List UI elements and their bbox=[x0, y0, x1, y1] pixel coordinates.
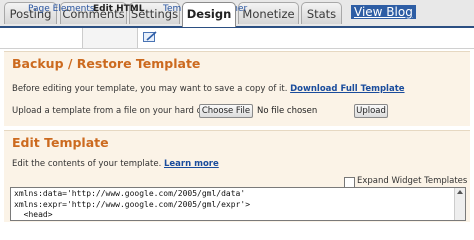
download-template-link[interactable]: Download Full Template bbox=[290, 84, 404, 94]
edit-desc-text: Edit the contents of your template. bbox=[12, 159, 162, 169]
tab-stats[interactable]: Stats bbox=[301, 2, 342, 24]
backup-text: Before editing your template, you may wa… bbox=[12, 84, 288, 94]
edit-description: Edit the contents of your template. Lear… bbox=[12, 159, 219, 169]
subnav-page-elements[interactable]: Page Elements bbox=[28, 4, 95, 14]
scroll-up-icon[interactable] bbox=[457, 190, 463, 194]
choose-file-button[interactable]: Choose File bbox=[199, 104, 253, 118]
backup-restore-panel: Backup / Restore Template Before editing… bbox=[4, 51, 470, 126]
code-line: <head> bbox=[14, 210, 53, 219]
no-file-chosen-text: No file chosen bbox=[257, 106, 318, 116]
view-blog-link[interactable]: View Blog bbox=[351, 5, 416, 19]
backup-restore-title: Backup / Restore Template bbox=[12, 56, 201, 71]
code-line: xmlns:data='http://www.google.com/2005/g… bbox=[14, 189, 246, 198]
upload-button[interactable]: Upload bbox=[354, 104, 388, 118]
edit-template-title: Edit Template bbox=[12, 135, 109, 150]
learn-more-link[interactable]: Learn more bbox=[164, 159, 219, 169]
editor-scrollbar[interactable] bbox=[454, 188, 465, 220]
template-designer-icon bbox=[143, 31, 157, 42]
backup-description: Before editing your template, you may wa… bbox=[12, 84, 405, 94]
expand-widget-templates-label: Expand Widget Templates bbox=[357, 176, 468, 186]
code-line: xmlns:expr='http://www.google.com/2005/g… bbox=[14, 199, 251, 209]
subnav-active-highlight bbox=[82, 28, 138, 48]
template-code-editor[interactable]: xmlns:data='http://www.google.com/2005/g… bbox=[10, 187, 466, 221]
subnav-edit-html[interactable]: Edit HTML bbox=[93, 4, 144, 14]
tab-design[interactable]: Design bbox=[182, 2, 236, 27]
upload-text: Upload a template from a file on your ha… bbox=[12, 106, 222, 116]
sub-navigation bbox=[0, 28, 474, 49]
